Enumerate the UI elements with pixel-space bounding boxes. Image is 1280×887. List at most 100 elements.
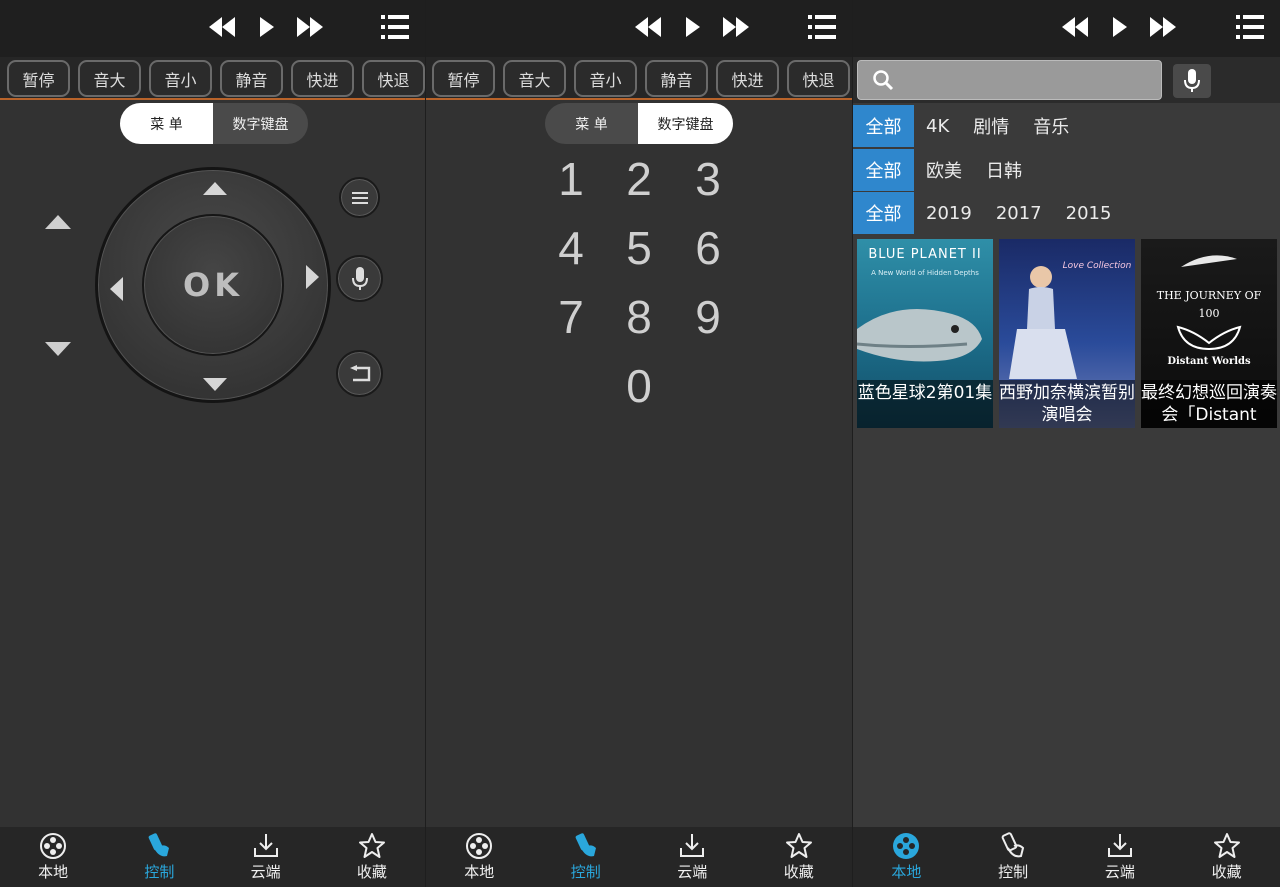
dpad-down-icon[interactable] [203,378,227,391]
nav-cloud[interactable]: 云端 [639,827,746,887]
filter-drama[interactable]: 剧情 [961,105,1021,147]
voice-button[interactable] [336,255,383,302]
dpad-up-icon[interactable] [203,182,227,195]
rewind-icon[interactable] [200,14,244,40]
nav-cloud[interactable]: 云端 [213,827,319,887]
ok-button[interactable]: OK [142,214,284,356]
filter-row-genre: 全部 4K 剧情 音乐 [853,105,1081,147]
key-1[interactable]: 1 [541,152,601,206]
nav-control[interactable]: 控制 [960,827,1067,887]
mode-switch: 菜 单 数字键盘 [120,103,308,144]
fast-forward-button[interactable]: 快进 [291,60,354,97]
key-8[interactable]: 8 [609,290,669,344]
nav-local[interactable]: 本地 [426,827,533,887]
volume-up-button[interactable]: 音大 [78,60,141,97]
media-card[interactable]: Love Collection 西野加奈横滨暂别演唱会 [999,239,1135,428]
nav-local[interactable]: 本地 [0,827,106,887]
library-panel: 全部 4K 剧情 音乐 全部 欧美 日韩 全部 2019 2017 2015 B… [853,0,1280,887]
nav-label: 云端 [250,863,281,881]
filter-4k[interactable]: 4K [914,105,961,147]
tab-number-keypad[interactable]: 数字键盘 [638,103,733,144]
key-3[interactable]: 3 [678,152,738,206]
back-arrow-icon [349,364,370,381]
key-2[interactable]: 2 [609,152,669,206]
play-icon[interactable] [670,14,714,40]
tab-menu[interactable]: 菜 单 [120,103,213,144]
nav-control[interactable]: 控制 [533,827,640,887]
key-5[interactable]: 5 [609,221,669,275]
filter-western[interactable]: 欧美 [914,149,974,191]
mute-button[interactable]: 静音 [645,60,708,97]
filter-2015[interactable]: 2015 [1054,192,1124,234]
filter-2017[interactable]: 2017 [984,192,1054,234]
voice-search-button[interactable] [1173,64,1211,98]
rewind-icon[interactable] [626,14,670,40]
film-reel-icon [466,833,493,859]
play-icon[interactable] [244,14,288,40]
dpad-left-icon[interactable] [110,277,123,301]
filter-all[interactable]: 全部 [853,149,914,191]
card-caption: 西野加奈横滨暂别演唱会 [999,380,1135,428]
nav-label: 收藏 [1211,863,1242,881]
volume-down-button[interactable]: 音小 [574,60,637,97]
rewind-icon[interactable] [1053,14,1097,40]
media-card[interactable]: THE JOURNEY OF 100 Distant Worlds 最终幻想巡回… [1141,239,1277,428]
playlist-icon[interactable] [1236,14,1264,40]
top-bar [0,0,425,57]
key-6[interactable]: 6 [678,221,738,275]
key-7[interactable]: 7 [541,290,601,344]
volume-up-button[interactable]: 音大 [503,60,566,97]
fish-image [857,309,982,362]
remote-hand-icon [149,833,170,857]
quick-action-bar: 暂停 音大 音小 静音 快进 快退 [0,57,425,100]
key-4[interactable]: 4 [541,221,601,275]
fast-forward-icon[interactable] [1141,14,1185,40]
nav-label: 收藏 [356,863,387,881]
nav-favorites[interactable]: 收藏 [1173,827,1280,887]
key-9[interactable]: 9 [678,290,738,344]
media-card[interactable]: BLUE PLANET II A New World of Hidden Dep… [857,239,993,428]
rewind-button[interactable]: 快退 [362,60,425,97]
channel-down-icon[interactable] [45,342,71,356]
filter-all[interactable]: 全部 [853,105,914,147]
mute-button[interactable]: 静音 [220,60,283,97]
playlist-icon[interactable] [808,14,836,40]
nav-local[interactable]: 本地 [853,827,960,887]
filter-all[interactable]: 全部 [853,192,914,234]
pause-button[interactable]: 暂停 [7,60,70,97]
pause-button[interactable]: 暂停 [432,60,495,97]
tab-menu[interactable]: 菜 单 [545,103,638,144]
back-button[interactable] [336,350,383,397]
filter-2019[interactable]: 2019 [914,192,984,234]
nav-label: 本地 [891,863,922,881]
remote-panel-keypad: 暂停 音大 音小 静音 快进 快退 菜 单 数字键盘 1 2 3 4 5 6 7… [426,0,853,887]
key-0[interactable]: 0 [609,359,669,413]
fast-forward-button[interactable]: 快进 [716,60,779,97]
filter-music[interactable]: 音乐 [1021,105,1081,147]
mode-switch: 菜 单 数字键盘 [545,103,733,144]
nav-cloud[interactable]: 云端 [1067,827,1174,887]
cover-subtitle: A New World of Hidden Depths [871,269,979,277]
menu-button[interactable] [339,177,380,218]
nav-control[interactable]: 控制 [106,827,212,887]
fast-forward-icon[interactable] [714,14,758,40]
dpad-right-icon[interactable] [306,265,319,289]
quick-action-bar: 暂停 音大 音小 静音 快进 快退 [426,57,852,100]
fast-forward-icon[interactable] [288,14,332,40]
rewind-button[interactable]: 快退 [787,60,850,97]
bottom-nav: 本地 控制 云端 收藏 [853,827,1280,887]
cover-title: THE JOURNEY OF 100 [1156,289,1262,320]
nav-favorites[interactable]: 收藏 [746,827,853,887]
search-input[interactable] [857,60,1162,100]
volume-down-button[interactable]: 音小 [149,60,212,97]
tab-number-keypad[interactable]: 数字键盘 [213,103,308,144]
nav-favorites[interactable]: 收藏 [319,827,425,887]
filter-japan-korea[interactable]: 日韩 [974,149,1034,191]
play-icon[interactable] [1097,14,1141,40]
film-reel-icon [893,833,920,859]
menu-lines-icon [351,191,368,204]
playlist-icon[interactable] [381,14,409,40]
bottom-nav: 本地 控制 云端 收藏 [426,827,852,887]
remote-hand-icon [575,833,596,857]
channel-up-icon[interactable] [45,215,71,229]
